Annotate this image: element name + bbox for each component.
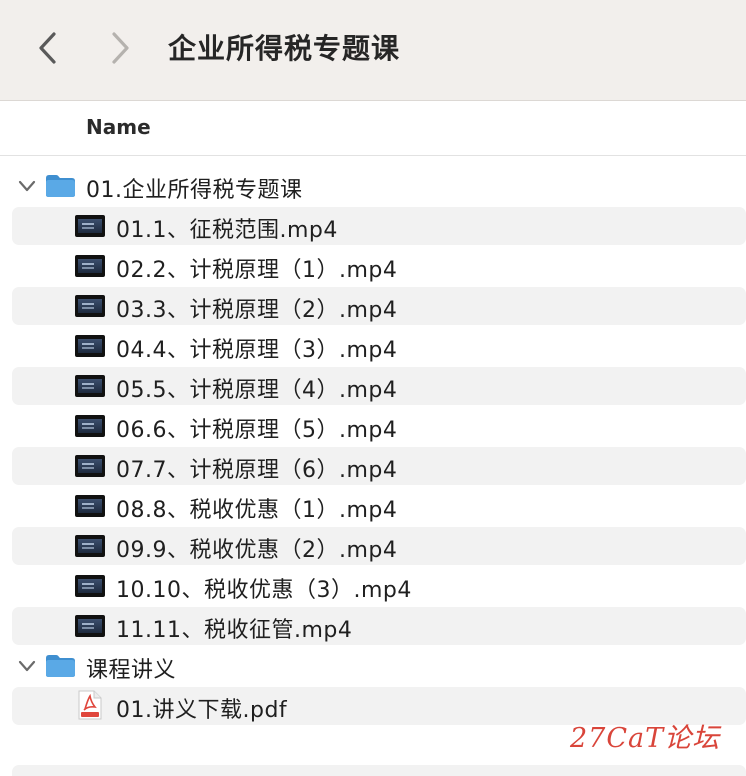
- name-column-header[interactable]: Name: [86, 115, 151, 139]
- file-row[interactable]: 07.7、计税原理（6）.mp4: [0, 446, 746, 486]
- chevron-left-icon: [39, 32, 56, 64]
- file-row[interactable]: 10.10、税收优惠（3）.mp4: [0, 566, 746, 606]
- video-thumbnail-icon: [75, 295, 105, 317]
- video-thumbnail-icon: [75, 215, 105, 237]
- file-name: 01.讲义下载.pdf: [116, 698, 288, 723]
- file-name: 03.3、计税原理（2）.mp4: [116, 298, 398, 323]
- video-thumbnail-icon: [75, 415, 105, 437]
- video-thumbnail-icon: [75, 455, 105, 477]
- watermark: 27CaT论坛: [570, 723, 721, 754]
- file-name: 02.2、计税原理（1）.mp4: [116, 258, 398, 283]
- video-thumbnail-icon: [75, 535, 105, 557]
- file-name: 06.6、计税原理（5）.mp4: [116, 418, 398, 443]
- file-name: 11.11、税收征管.mp4: [116, 618, 353, 643]
- video-thumbnail-icon: [75, 375, 105, 397]
- folder-row[interactable]: 01.企业所得税专题课: [0, 166, 746, 206]
- folder-icon: [45, 654, 76, 678]
- video-thumbnail-icon: [75, 575, 105, 597]
- file-name: 09.9、税收优惠（2）.mp4: [116, 538, 398, 563]
- file-row[interactable]: 11.11、税收征管.mp4: [0, 606, 746, 646]
- pdf-file-icon: [78, 690, 102, 720]
- folder-row[interactable]: 课程讲义: [0, 646, 746, 686]
- folder-name: 01.企业所得税专题课: [86, 178, 303, 203]
- file-row[interactable]: 09.9、税收优惠（2）.mp4: [0, 526, 746, 566]
- chevron-down-icon: [18, 660, 36, 672]
- file-name: 05.5、计税原理（4）.mp4: [116, 378, 398, 403]
- folder-icon: [45, 174, 76, 198]
- chevron-right-icon: [112, 32, 129, 64]
- chevron-down-icon: [18, 180, 36, 192]
- file-row[interactable]: 05.5、计税原理（4）.mp4: [0, 366, 746, 406]
- video-thumbnail-icon: [75, 495, 105, 517]
- file-row[interactable]: 08.8、税收优惠（1）.mp4: [0, 486, 746, 526]
- video-thumbnail-icon: [75, 335, 105, 357]
- video-thumbnail-icon: [75, 615, 105, 637]
- file-row[interactable]: 04.4、计税原理（3）.mp4: [0, 326, 746, 366]
- video-thumbnail-icon: [75, 255, 105, 277]
- file-name: 07.7、计税原理（6）.mp4: [116, 458, 398, 483]
- folder-name: 课程讲义: [86, 658, 177, 683]
- file-row[interactable]: 01.1、征税范围.mp4: [0, 206, 746, 246]
- list-row-partial: [12, 765, 746, 776]
- title-bar: 企业所得税专题课: [0, 0, 746, 101]
- file-row[interactable]: 02.2、计税原理（1）.mp4: [0, 246, 746, 286]
- file-row[interactable]: 03.3、计税原理（2）.mp4: [0, 286, 746, 326]
- file-name: 10.10、税收优惠（3）.mp4: [116, 578, 412, 603]
- forward-button[interactable]: [102, 28, 138, 68]
- disclosure-triangle[interactable]: [16, 176, 38, 196]
- file-list: 01.企业所得税专题课 01.1、征税范围.mp4 02.2、计税原理（1）.mp4…: [0, 166, 746, 726]
- back-button[interactable]: [30, 28, 66, 68]
- file-name: 01.1、征税范围.mp4: [116, 218, 338, 243]
- window-title: 企业所得税专题课: [168, 32, 401, 65]
- file-name: 04.4、计税原理（3）.mp4: [116, 338, 398, 363]
- file-row[interactable]: 06.6、计税原理（5）.mp4: [0, 406, 746, 446]
- column-header: Name: [0, 101, 746, 156]
- disclosure-triangle[interactable]: [16, 656, 38, 676]
- file-name: 08.8、税收优惠（1）.mp4: [116, 498, 398, 523]
